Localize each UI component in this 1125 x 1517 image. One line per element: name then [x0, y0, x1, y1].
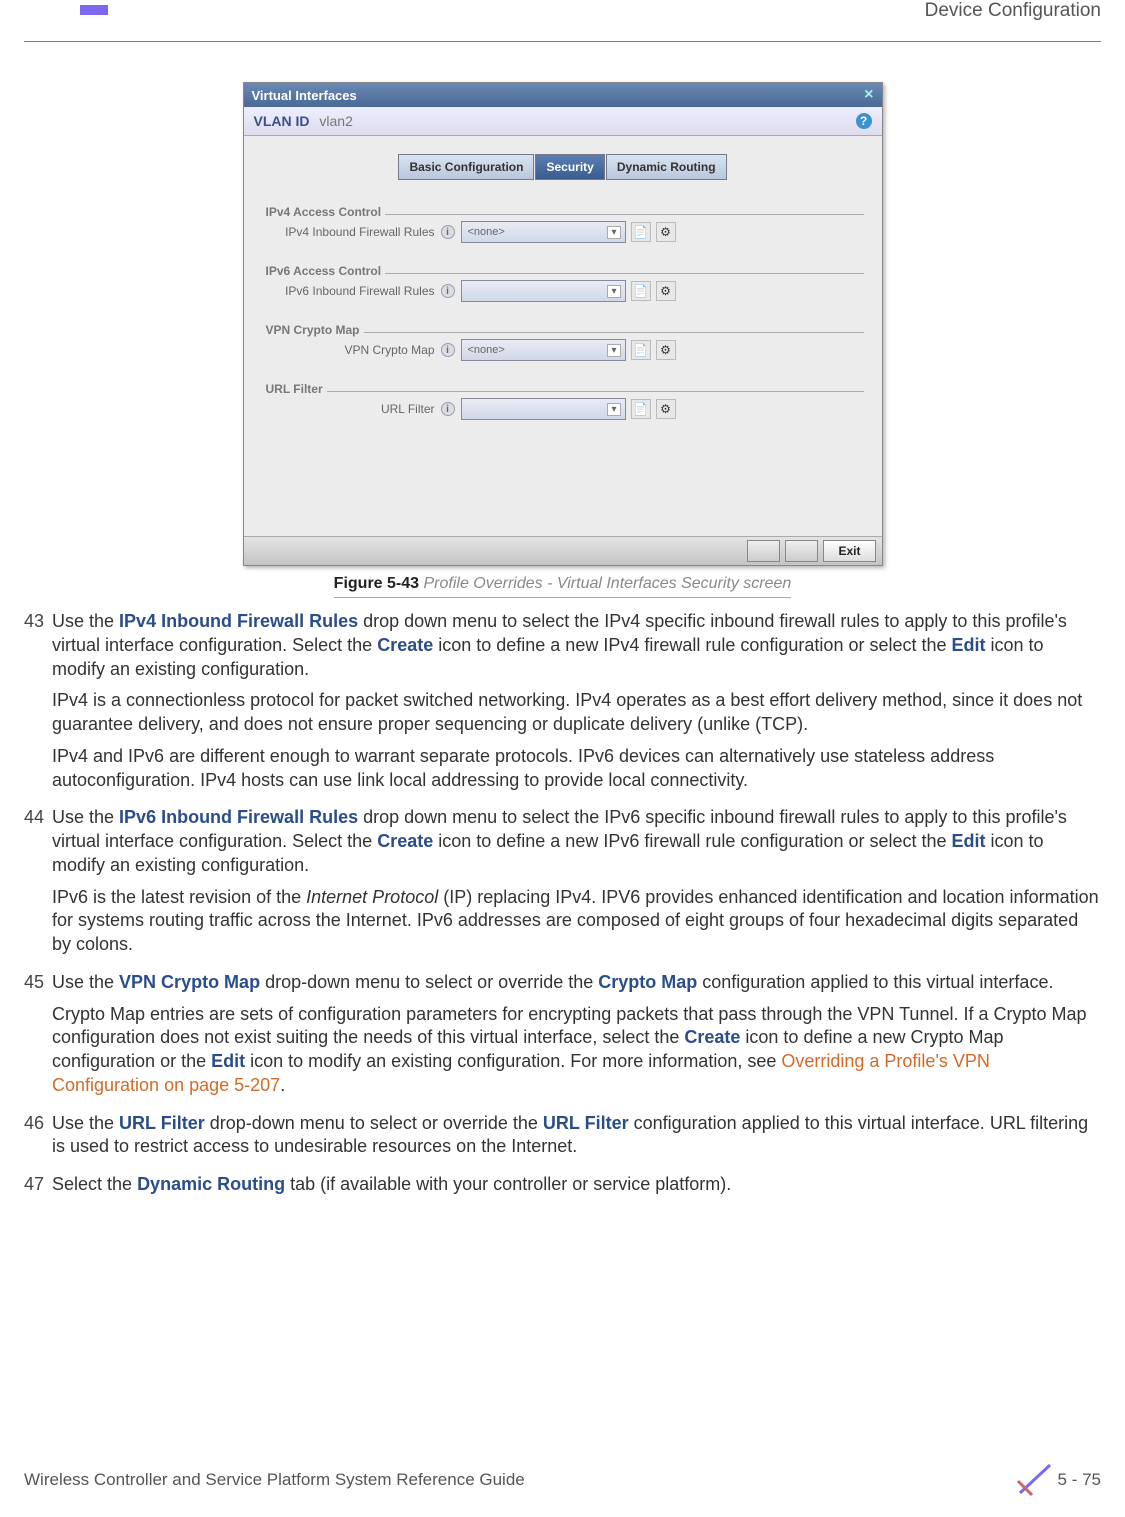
paragraph: Crypto Map entries are sets of configura… [52, 1003, 1101, 1098]
list-item: 46Use the URL Filter drop-down menu to s… [24, 1112, 1101, 1168]
group-label: VPN Crypto Map [262, 323, 364, 337]
paragraph: IPv4 and IPv6 are different enough to wa… [52, 745, 1101, 793]
create-icon[interactable]: 📄 [631, 399, 651, 419]
item-body: Use the IPv4 Inbound Firewall Rules drop… [52, 610, 1101, 800]
item-body: Use the URL Filter drop-down menu to sel… [52, 1112, 1101, 1168]
figure-number: Figure 5-43 [334, 575, 419, 592]
checkmark-icon [1016, 1463, 1052, 1497]
page-footer: Wireless Controller and Service Platform… [0, 1463, 1125, 1497]
chevron-down-icon: ▾ [607, 403, 620, 416]
group-ipv6-access-control: IPv6 Access Control IPv6 Inbound Firewal… [262, 259, 864, 306]
vpn-crypto-dropdown[interactable]: <none> ▾ [461, 339, 626, 361]
exit-button[interactable]: Exit [823, 540, 875, 562]
edit-icon[interactable]: ⚙ [656, 340, 676, 360]
header-accent [80, 5, 108, 15]
tab-security[interactable]: Security [535, 154, 604, 180]
ipv6-rules-dropdown[interactable]: ▾ [461, 280, 626, 302]
list-item: 43Use the IPv4 Inbound Firewall Rules dr… [24, 610, 1101, 800]
group-label: URL Filter [262, 382, 327, 396]
chevron-down-icon: ▾ [607, 344, 620, 357]
tab-bar: Basic Configuration Security Dynamic Rou… [244, 136, 882, 194]
item-body: Select the Dynamic Routing tab (if avail… [52, 1173, 1101, 1205]
item-number: 47 [24, 1173, 52, 1205]
figure-caption-text: Profile Overrides - Virtual Interfaces S… [423, 575, 791, 592]
item-number: 44 [24, 806, 52, 965]
info-icon[interactable]: i [441, 225, 455, 239]
create-icon[interactable]: 📄 [631, 340, 651, 360]
url-filter-label: URL Filter [270, 402, 435, 416]
dropdown-value: <none> [468, 344, 505, 356]
paragraph: IPv4 is a connectionless protocol for pa… [52, 689, 1101, 737]
dropdown-value: <none> [468, 226, 505, 238]
item-number: 46 [24, 1112, 52, 1168]
item-body: Use the VPN Crypto Map drop-down menu to… [52, 971, 1101, 1106]
group-ipv4-access-control: IPv4 Access Control IPv4 Inbound Firewal… [262, 200, 864, 247]
vlan-id-value: vlan2 [319, 113, 352, 129]
paragraph: Use the URL Filter drop-down menu to sel… [52, 1112, 1101, 1160]
vlan-id-label: VLAN ID [254, 113, 310, 129]
window-titlebar: Virtual Interfaces × [244, 83, 882, 107]
tab-dynamic-routing[interactable]: Dynamic Routing [606, 154, 727, 180]
info-icon[interactable]: i [441, 343, 455, 357]
chevron-down-icon: ▾ [607, 285, 620, 298]
url-filter-dropdown[interactable]: ▾ [461, 398, 626, 420]
group-vpn-crypto-map: VPN Crypto Map VPN Crypto Map i <none> ▾… [262, 318, 864, 365]
create-icon[interactable]: 📄 [631, 222, 651, 242]
list-item: 45Use the VPN Crypto Map drop-down menu … [24, 971, 1101, 1106]
page-number: 5 - 75 [1058, 1470, 1101, 1490]
tab-basic-configuration[interactable]: Basic Configuration [398, 154, 534, 180]
group-label: IPv4 Access Control [262, 205, 386, 219]
ok-button[interactable] [747, 540, 780, 562]
item-number: 43 [24, 610, 52, 800]
footer-guide-title: Wireless Controller and Service Platform… [24, 1470, 525, 1490]
paragraph: Use the VPN Crypto Map drop-down menu to… [52, 971, 1101, 995]
paragraph: Use the IPv6 Inbound Firewall Rules drop… [52, 806, 1101, 877]
ipv6-rules-label: IPv6 Inbound Firewall Rules [270, 284, 435, 298]
header-section-title: Device Configuration [0, 0, 1125, 26]
window-title: Virtual Interfaces [252, 88, 357, 103]
item-body: Use the IPv6 Inbound Firewall Rules drop… [52, 806, 1101, 965]
paragraph: Select the Dynamic Routing tab (if avail… [52, 1173, 1101, 1197]
reset-button[interactable] [785, 540, 818, 562]
help-icon[interactable]: ? [856, 113, 872, 129]
edit-icon[interactable]: ⚙ [656, 399, 676, 419]
list-item: 44Use the IPv6 Inbound Firewall Rules dr… [24, 806, 1101, 965]
paragraph: IPv6 is the latest revision of the Inter… [52, 886, 1101, 957]
window-subheader: VLAN ID vlan2 ? [244, 107, 882, 136]
create-icon[interactable]: 📄 [631, 281, 651, 301]
ipv4-rules-label: IPv4 Inbound Firewall Rules [270, 225, 435, 239]
ipv4-rules-dropdown[interactable]: <none> ▾ [461, 221, 626, 243]
group-label: IPv6 Access Control [262, 264, 386, 278]
item-number: 45 [24, 971, 52, 1106]
info-icon[interactable]: i [441, 402, 455, 416]
edit-icon[interactable]: ⚙ [656, 281, 676, 301]
edit-icon[interactable]: ⚙ [656, 222, 676, 242]
figure-container: Virtual Interfaces × VLAN ID vlan2 ? Bas… [24, 82, 1101, 598]
close-icon[interactable]: × [864, 86, 873, 104]
screenshot-window: Virtual Interfaces × VLAN ID vlan2 ? Bas… [243, 82, 883, 566]
list-item: 47Select the Dynamic Routing tab (if ava… [24, 1173, 1101, 1205]
window-body: IPv4 Access Control IPv4 Inbound Firewal… [244, 200, 882, 536]
window-footer: Exit [244, 536, 882, 565]
info-icon[interactable]: i [441, 284, 455, 298]
body-text: 43Use the IPv4 Inbound Firewall Rules dr… [24, 610, 1101, 1205]
chevron-down-icon: ▾ [607, 226, 620, 239]
figure-caption: Figure 5-43 Profile Overrides - Virtual … [334, 575, 792, 598]
paragraph: Use the IPv4 Inbound Firewall Rules drop… [52, 610, 1101, 681]
group-url-filter: URL Filter URL Filter i ▾ 📄 ⚙ [262, 377, 864, 424]
page-number-badge: 5 - 75 [1016, 1463, 1101, 1497]
vpn-crypto-label: VPN Crypto Map [270, 343, 435, 357]
